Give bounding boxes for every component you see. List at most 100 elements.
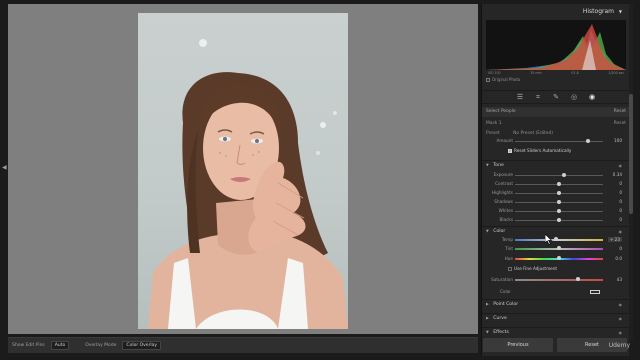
- visibility-eye-icon[interactable]: ◉: [619, 229, 623, 234]
- tone-section-header[interactable]: ▼ Tone ◉: [482, 160, 630, 169]
- tint-value[interactable]: 0: [619, 246, 622, 251]
- temp-value[interactable]: + 23: [607, 237, 622, 242]
- collapsed-triangle-icon: ▶: [486, 302, 489, 306]
- point-color-section-header[interactable]: ▶ Point Color ◉: [482, 299, 630, 308]
- histogram-header[interactable]: Histogram ▼: [482, 8, 630, 20]
- tone-slider-value[interactable]: 0: [619, 208, 622, 213]
- tone-slider-shadows[interactable]: Shadows 0: [482, 198, 630, 206]
- preset-row[interactable]: Preset No Preset (Edited): [482, 129, 630, 137]
- expand-triangle-icon: ▼: [486, 330, 489, 334]
- portrait-photo[interactable]: [138, 13, 348, 329]
- mask-reset[interactable]: Reset: [614, 121, 626, 126]
- masking-icon[interactable]: ◉: [588, 93, 596, 101]
- hue-slider[interactable]: Hue 0.0: [482, 255, 630, 263]
- temp-label: Temp: [501, 237, 513, 242]
- tone-section-title: Tone: [493, 163, 504, 168]
- tone-slider-track[interactable]: [515, 191, 603, 195]
- tone-slider-value[interactable]: 0: [619, 181, 622, 186]
- fine-adjust-checkbox[interactable]: [508, 266, 512, 271]
- tone-slider-whites[interactable]: Whites 0: [482, 207, 630, 215]
- tone-slider-value[interactable]: 0.34: [613, 172, 622, 177]
- red-eye-icon[interactable]: ◎: [570, 93, 578, 101]
- left-panel-toggle-icon[interactable]: ◀: [2, 164, 7, 171]
- reset-sliders-row[interactable]: ✓ Reset Sliders Automatically: [508, 148, 571, 153]
- tone-slider-track[interactable]: [515, 182, 603, 186]
- tone-slider-value[interactable]: 0: [619, 217, 622, 222]
- tone-slider-track[interactable]: [515, 173, 603, 177]
- original-photo-toggle[interactable]: Original Photo: [486, 77, 520, 82]
- bottom-toolbar: Show Edit Pins Auto Overlay Mode Color O…: [8, 337, 478, 353]
- point-color-title: Point Color: [493, 302, 519, 307]
- saturation-slider[interactable]: Saturation 43: [482, 276, 630, 284]
- tone-slider-thumb[interactable]: [557, 182, 561, 186]
- mask-row[interactable]: Mask 1 Reset: [482, 119, 630, 127]
- tint-slider[interactable]: Tint 0: [482, 245, 630, 253]
- scrollbar-thumb[interactable]: [629, 94, 633, 214]
- select-people-label: Select People: [486, 109, 516, 114]
- hue-track[interactable]: [515, 256, 603, 260]
- color-swatch-row[interactable]: Color: [482, 288, 630, 296]
- select-people-bar[interactable]: Select People Reset: [482, 107, 630, 117]
- previous-button[interactable]: Previous: [483, 338, 553, 352]
- histogram-info: ISO 100 35 mm f/1.8 1/200 sec: [486, 71, 626, 75]
- amount-thumb[interactable]: [586, 139, 591, 143]
- tone-slider-thumb[interactable]: [557, 218, 561, 222]
- amount-track[interactable]: [515, 139, 603, 143]
- sliders-icon[interactable]: ☰: [516, 93, 524, 101]
- tone-slider-thumb[interactable]: [562, 173, 567, 177]
- color-swatch[interactable]: [590, 290, 600, 294]
- visibility-eye-icon[interactable]: ◉: [619, 330, 623, 335]
- tone-slider-label: Whites: [498, 208, 513, 213]
- saturation-track[interactable]: [515, 277, 603, 281]
- tone-slider-value[interactable]: 0: [619, 199, 622, 204]
- hue-thumb[interactable]: [557, 256, 561, 260]
- crop-icon[interactable]: ⌗: [534, 93, 542, 101]
- temp-thumb[interactable]: [554, 237, 559, 241]
- tone-slider-value[interactable]: 0: [619, 190, 622, 195]
- hue-label: Hue: [504, 256, 513, 261]
- histogram-title: Histogram: [582, 8, 614, 15]
- effects-section-header[interactable]: ▼ Effects ◉: [482, 327, 630, 336]
- hue-value[interactable]: 0.0: [615, 256, 622, 261]
- visibility-eye-icon[interactable]: ◉: [619, 163, 623, 168]
- visibility-eye-icon[interactable]: ◉: [619, 316, 623, 321]
- tone-slider-track[interactable]: [515, 209, 603, 213]
- tone-slider-thumb[interactable]: [557, 191, 561, 195]
- heal-icon[interactable]: ✎: [552, 93, 560, 101]
- tone-slider-thumb[interactable]: [557, 200, 561, 204]
- saturation-value[interactable]: 43: [617, 277, 622, 282]
- temp-track[interactable]: [515, 237, 603, 241]
- curve-section-header[interactable]: ▶ Curve ◉: [482, 313, 630, 322]
- tint-thumb[interactable]: [557, 246, 561, 250]
- temp-slider[interactable]: Temp + 23: [482, 236, 630, 244]
- preset-value[interactable]: No Preset (Edited): [513, 131, 553, 136]
- show-edit-pins-select[interactable]: Auto: [50, 341, 70, 350]
- color-section-header[interactable]: ▼ Color ◉: [482, 226, 630, 235]
- visibility-eye-icon[interactable]: ◉: [619, 302, 623, 307]
- panel-scrollbar[interactable]: [629, 4, 633, 340]
- tone-slider-contrast[interactable]: Contrast 0: [482, 180, 630, 188]
- reset-sliders-checkbox[interactable]: ✓: [508, 148, 512, 153]
- amount-slider[interactable]: Amount 100: [482, 137, 630, 145]
- tone-slider-label: Shadows: [494, 199, 513, 204]
- image-canvas[interactable]: ◀: [2, 4, 478, 334]
- amount-value[interactable]: 100: [614, 138, 622, 143]
- tone-slider-blacks[interactable]: Blacks 0: [482, 216, 630, 224]
- fine-adjust-row[interactable]: Use Fine Adjustment: [508, 266, 557, 271]
- saturation-label: Saturation: [491, 277, 513, 282]
- collapse-triangle-icon[interactable]: ▼: [619, 9, 622, 14]
- tone-slider-thumb[interactable]: [557, 209, 561, 213]
- tone-slider-track[interactable]: [515, 200, 603, 204]
- tint-track[interactable]: [515, 246, 603, 250]
- tone-slider-track[interactable]: [515, 218, 603, 222]
- fine-adjust-label: Use Fine Adjustment: [514, 266, 558, 271]
- saturation-thumb[interactable]: [576, 277, 581, 281]
- overlay-mode-select[interactable]: Color Overlay: [122, 341, 162, 350]
- tone-slider-highlights[interactable]: Highlights 0: [482, 189, 630, 197]
- preset-label: Preset: [486, 131, 500, 136]
- tone-slider-label: Highlights: [491, 190, 513, 195]
- show-edit-pins-label: Show Edit Pins: [12, 343, 45, 348]
- tone-slider-exposure[interactable]: Exposure 0.34: [482, 171, 630, 179]
- original-photo-checkbox[interactable]: [486, 77, 490, 82]
- select-people-reset[interactable]: Reset: [614, 109, 626, 115]
